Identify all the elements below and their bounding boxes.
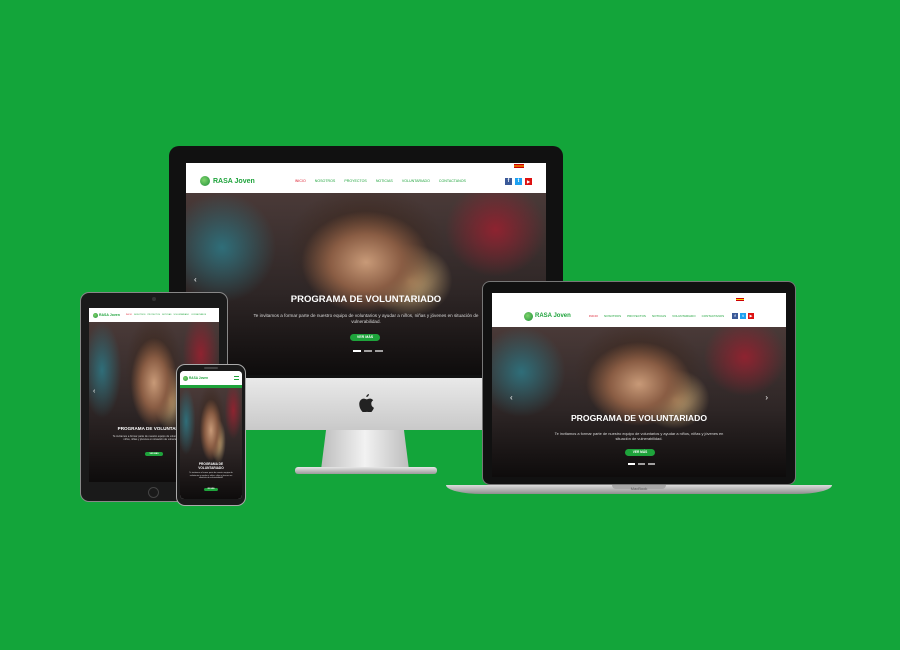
slider-dot[interactable] xyxy=(364,350,372,352)
hero-text: Te invitamos a formar parte de nuestro e… xyxy=(189,472,233,480)
language-flag-icon[interactable] xyxy=(736,298,744,301)
menu-item-contactanos[interactable]: CONTACTANOS xyxy=(702,314,725,318)
facebook-icon[interactable]: f xyxy=(732,313,738,319)
social-links: f t ▶ xyxy=(732,313,754,319)
menu-item-inicio[interactable]: INICIO xyxy=(295,179,306,183)
macbook-label: MacBook xyxy=(630,486,648,491)
iphone-device: RASA Joven PROGRAMA DE VOLUNTARIADO Te i… xyxy=(176,364,246,506)
logo-leaf-icon xyxy=(524,311,533,321)
logo-leaf-icon xyxy=(93,312,98,318)
hero-title: PROGRAMA DE VOLUNTARIADO xyxy=(198,462,224,470)
brand-name: RASA Joven xyxy=(213,177,255,185)
slider-next-icon[interactable]: › xyxy=(765,393,768,402)
ipad-home-button[interactable] xyxy=(148,487,159,498)
macbook-device: MacBook RASA Joven INICIO NOSOTROS PROYE… xyxy=(446,281,832,499)
macbook-screen: RASA Joven INICIO NOSOTROS PROYECTOS NOT… xyxy=(492,293,786,477)
slider-prev-icon[interactable]: ‹ xyxy=(194,275,197,284)
site-navbar: RASA Joven INICIO NOSOTROS PROYECTOS NOT… xyxy=(89,308,219,322)
site-logo[interactable]: RASA Joven xyxy=(93,312,120,318)
hero-slider: ‹ › PROGRAMA DE VOLUNTARIADO Te invitamo… xyxy=(492,327,786,477)
menu-item-contactanos[interactable]: CONTACTANOS xyxy=(191,314,206,316)
slider-dot[interactable] xyxy=(353,350,361,352)
brand-name: RASA Joven xyxy=(535,313,571,319)
site-menu: INICIO NOSOTROS PROYECTOS NOTICIAS VOLUN… xyxy=(126,314,206,316)
iphone-screen: RASA Joven PROGRAMA DE VOLUNTARIADO Te i… xyxy=(180,371,242,499)
slider-dots xyxy=(353,350,383,352)
facebook-icon[interactable]: f xyxy=(505,177,512,185)
slider-dot[interactable] xyxy=(628,463,635,465)
menu-item-noticias[interactable]: NOTICIAS xyxy=(652,314,666,318)
hero-button[interactable]: VER MÁS xyxy=(204,488,218,491)
imac-stand xyxy=(321,428,409,470)
menu-item-inicio[interactable]: INICIO xyxy=(589,314,598,318)
social-links: f t ▶ xyxy=(505,177,532,185)
hamburger-menu-icon[interactable] xyxy=(234,376,239,380)
brand-name: RASA Joven xyxy=(99,313,120,317)
menu-item-voluntariado[interactable]: VOLUNTARIADO xyxy=(173,314,189,316)
iphone-speaker xyxy=(204,367,218,369)
hero-title: PROGRAMA DE VOLUNTARIADO xyxy=(570,413,708,423)
site-menu: INICIO NOSOTROS PROYECTOS NOTICIAS VOLUN… xyxy=(589,314,724,318)
youtube-icon[interactable]: ▶ xyxy=(525,177,532,185)
site-navbar: RASA Joven INICIO NOSOTROS PROYECTOS NOT… xyxy=(186,169,546,193)
logo-leaf-icon xyxy=(183,375,188,381)
hero-button[interactable]: VER MÁS xyxy=(350,334,380,341)
menu-item-noticias[interactable]: NOTICIAS xyxy=(376,179,393,183)
slider-dot[interactable] xyxy=(375,350,383,352)
menu-item-noticias[interactable]: NOTICIAS xyxy=(162,314,171,316)
menu-item-voluntariado[interactable]: VOLUNTARIADO xyxy=(672,314,695,318)
menu-item-proyectos[interactable]: PROYECTOS xyxy=(627,314,646,318)
menu-item-nosotros[interactable]: NOSOTROS xyxy=(604,314,621,318)
ipad-camera xyxy=(152,297,156,301)
slider-dot[interactable] xyxy=(638,463,645,465)
site-logo[interactable]: RASA Joven xyxy=(524,311,571,321)
hero-button[interactable]: VER MÁS xyxy=(145,452,163,456)
hero-text: Te invitamos a formar parte de nuestro e… xyxy=(554,431,724,441)
menu-item-proyectos[interactable]: PROYECTOS xyxy=(344,179,367,183)
slider-prev-icon[interactable]: ‹ xyxy=(93,388,95,395)
logo-leaf-icon xyxy=(200,176,210,186)
menu-item-nosotros[interactable]: NOSOTROS xyxy=(315,179,336,183)
hero-slider: PROGRAMA DE VOLUNTARIADO Te invitamos a … xyxy=(180,388,242,499)
youtube-icon[interactable]: ▶ xyxy=(748,313,754,319)
site-navbar: RASA Joven xyxy=(180,371,242,385)
imac-stand-base xyxy=(295,467,437,474)
menu-item-inicio[interactable]: INICIO xyxy=(126,314,132,316)
slider-dots xyxy=(628,463,655,465)
language-flag-icon[interactable] xyxy=(514,164,524,168)
site-navbar: RASA Joven INICIO NOSOTROS PROYECTOS NOT… xyxy=(492,305,786,327)
slider-prev-icon[interactable]: ‹ xyxy=(510,393,513,402)
hero-button[interactable]: VER MÁS xyxy=(625,449,655,456)
site-logo[interactable]: RASA Joven xyxy=(200,176,255,186)
twitter-icon[interactable]: t xyxy=(515,177,522,185)
menu-item-nosotros[interactable]: NOSOTROS xyxy=(134,314,145,316)
menu-item-proyectos[interactable]: PROYECTOS xyxy=(147,314,160,316)
twitter-icon[interactable]: t xyxy=(740,313,746,319)
menu-item-contactanos[interactable]: CONTACTANOS xyxy=(439,179,466,183)
apple-logo-icon xyxy=(358,394,374,413)
site-menu: INICIO NOSOTROS PROYECTOS NOTICIAS VOLUN… xyxy=(295,179,466,183)
menu-item-voluntariado[interactable]: VOLUNTARIADO xyxy=(402,179,430,183)
brand-name: RASA Joven xyxy=(189,376,209,380)
site-logo[interactable]: RASA Joven xyxy=(183,375,209,381)
slider-dot[interactable] xyxy=(648,463,655,465)
